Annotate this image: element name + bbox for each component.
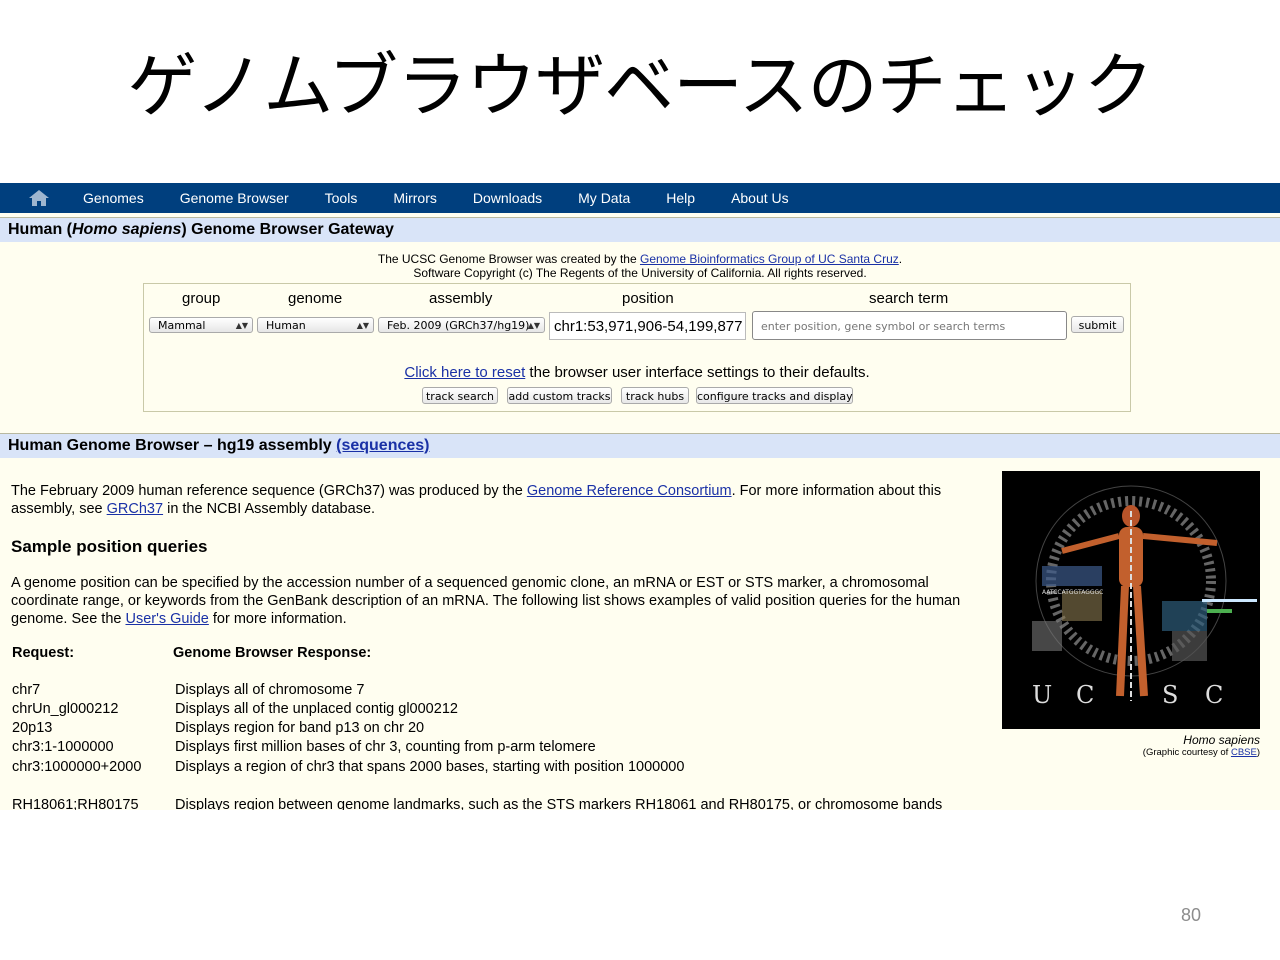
position-label: position [622,290,674,307]
intro-paragraph: The February 2009 human reference sequen… [11,483,942,517]
browser-screenshot: Genomes Genome Browser Tools Mirrors Dow… [0,183,1280,810]
query-row: chr3:1-1000000 Displays first million bas… [12,739,596,755]
slide-title: ゲノムブラウザベースのチェック [127,45,1153,127]
select-arrows-icon: ▲▼ [527,321,540,330]
sample-queries-heading: Sample position queries [11,537,208,556]
nav-tools[interactable]: Tools [307,190,376,206]
dna-sequence-text: AATCCATGGTAGGGC [1042,589,1103,596]
credit-text: The UCSC Genome Browser was created by t… [377,252,903,280]
human-figure-graphic: AATCCATGGTAGGGC U C S C [1032,485,1257,709]
home-button[interactable] [0,190,78,206]
query-row: chr3:1000000+2000 Displays a region of ch… [12,759,685,775]
assembly-label: assembly [429,290,493,307]
users-guide-link[interactable]: User's Guide [125,611,208,627]
submit-button[interactable]: submit [1071,316,1124,333]
home-icon [29,190,49,206]
grch37-link[interactable]: GRCh37 [107,501,163,517]
query-row: RH18061;RH80175 Displays region between g… [12,797,943,810]
request-column-header: Request: [12,645,75,661]
image-caption-species: Homo sapiens [1183,733,1260,747]
nav-downloads[interactable]: Downloads [455,190,560,206]
search-term-label: search term [869,290,949,307]
reset-link[interactable]: Click here to reset [404,364,525,381]
query-row: chrUn_gl000212 Displays all of the unplac… [12,701,458,717]
track-hubs-button[interactable]: track hubs [621,387,689,404]
query-row: chr7 Displays all of chromosome 7 [12,682,365,698]
nav-help[interactable]: Help [648,190,713,206]
response-column-header: Genome Browser Response: [173,645,372,661]
genome-select[interactable]: Human ▲▼ [257,317,374,333]
image-caption-credit: (Graphic courtesy of CBSE) [1142,747,1260,758]
grc-link[interactable]: Genome Reference Consortium [527,483,732,499]
ucsc-human-image: AATCCATGGTAGGGC U C S C [1002,471,1260,729]
configure-tracks-button[interactable]: configure tracks and display [696,387,853,404]
nav-genomes[interactable]: Genomes [78,190,162,206]
ucsc-letter-c2: C [1205,681,1223,709]
select-arrows-icon: ▲▼ [356,321,369,330]
select-arrows-icon: ▲▼ [235,321,248,330]
credit-link[interactable]: Genome Bioinformatics Group of UC Santa … [640,252,899,266]
nav-about-us[interactable]: About Us [713,190,807,206]
browser-header: Human Genome Browser – hg19 assembly (se… [0,433,1280,458]
search-term-input[interactable]: enter position, gene symbol or search te… [752,311,1067,340]
genome-label: genome [288,290,343,307]
add-custom-tracks-button[interactable]: add custom tracks [507,387,612,404]
group-select[interactable]: Mammal ▲▼ [149,317,253,333]
ucsc-letter-s: S [1162,681,1178,709]
nav-my-data[interactable]: My Data [560,190,648,206]
page-number: 80 [1181,905,1202,925]
top-navbar: Genomes Genome Browser Tools Mirrors Dow… [0,183,1280,213]
group-label: group [182,290,221,307]
ucsc-letter-c: C [1076,681,1094,709]
queries-paragraph: A genome position can be specified by th… [11,575,961,627]
reset-line: Click here to reset the browser user int… [404,364,870,381]
track-search-button[interactable]: track search [422,387,498,404]
cbse-link[interactable]: CBSE [1231,747,1257,758]
ucsc-letter-u: U [1032,681,1052,709]
query-row: 20p13 Displays region for band p13 on chr… [12,720,425,736]
nav-genome-browser[interactable]: Genome Browser [162,190,307,206]
position-input[interactable]: chr1:53,971,906-54,199,877 [549,312,746,340]
assembly-select[interactable]: Feb. 2009 (GRCh37/hg19) ▲▼ [378,317,545,333]
nav-mirrors[interactable]: Mirrors [375,190,455,206]
gateway-form: group genome assembly position search te… [143,283,1131,412]
gateway-header: Human (Homo sapiens) Genome Browser Gate… [0,217,1280,242]
sequences-link[interactable]: (sequences) [336,437,429,454]
